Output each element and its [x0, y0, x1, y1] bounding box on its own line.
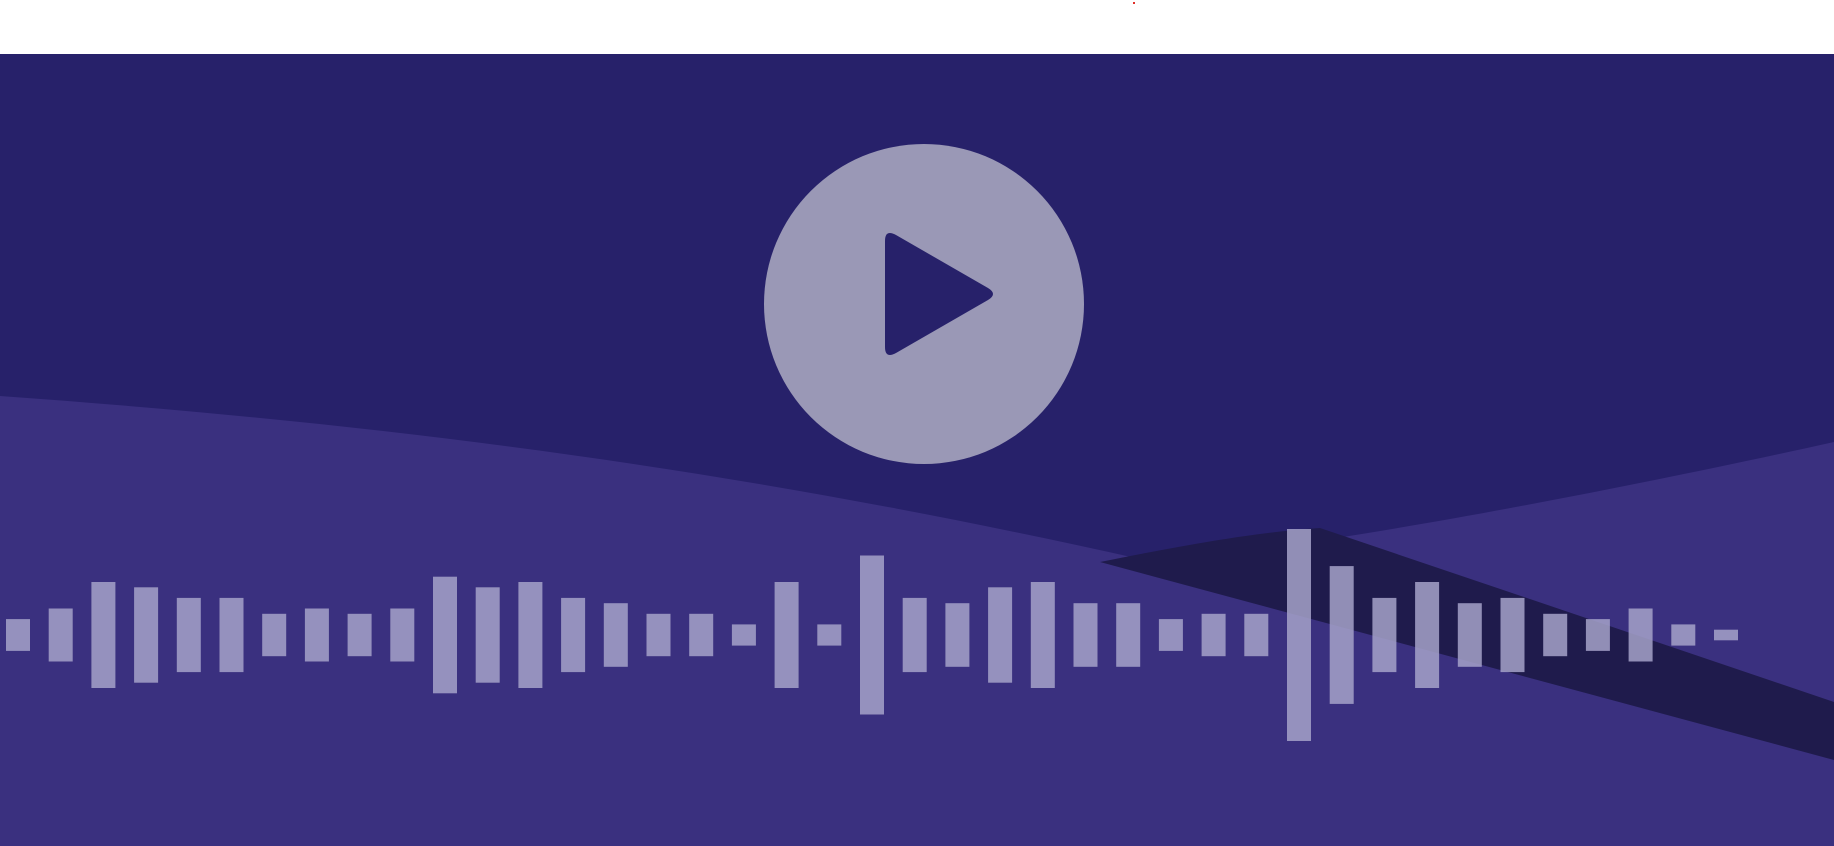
waveform-bar [1585, 619, 1610, 651]
waveform-bar [817, 624, 842, 646]
waveform-bar [945, 603, 970, 667]
waveform-bar [1287, 529, 1311, 741]
waveform-bar [561, 597, 586, 673]
waveform-bar [518, 582, 543, 688]
waveform-bar [603, 603, 628, 667]
waveform-bar [988, 587, 1013, 683]
waveform-bar [390, 608, 415, 662]
waveform-bar [219, 597, 244, 673]
waveform-bar [731, 624, 756, 646]
waveform-bar [1201, 613, 1226, 657]
waveform-bar [902, 597, 927, 673]
play-button[interactable] [764, 144, 1084, 464]
waveform-bar [1714, 629, 1738, 641]
waveform-bar [1158, 619, 1183, 651]
play-icon [764, 144, 1084, 464]
waveform-bar [1329, 566, 1354, 704]
waveform-bar [774, 582, 799, 688]
waveform-bar [1543, 613, 1568, 657]
waveform-bar [176, 597, 201, 673]
waveform-bar [689, 613, 714, 657]
waveform-bar [304, 608, 329, 662]
waveform-bar [1628, 608, 1653, 662]
waveform-bar [475, 587, 500, 683]
waveform-bar [91, 582, 116, 688]
waveform-bar [1415, 582, 1440, 688]
waveform-bar [134, 587, 159, 683]
waveform-bar [48, 608, 73, 662]
waveform-bar [433, 576, 457, 694]
waveform-bar [347, 613, 372, 657]
waveform-bar [1244, 613, 1269, 657]
waveform-bar [860, 555, 884, 715]
waveform-bar [262, 613, 287, 657]
waveform-bar [646, 613, 671, 657]
audio-player-screen [0, 0, 1834, 846]
waveform-bar [1500, 597, 1525, 673]
waveform-bar [1671, 624, 1696, 646]
waveform-bar [1372, 597, 1397, 673]
marker-dot [1133, 2, 1135, 4]
waveform-bar [1073, 603, 1098, 667]
waveform-bar [1457, 603, 1482, 667]
waveform-bar [6, 619, 30, 651]
waveform-bar [1030, 582, 1055, 688]
waveform-bar [1116, 603, 1141, 667]
